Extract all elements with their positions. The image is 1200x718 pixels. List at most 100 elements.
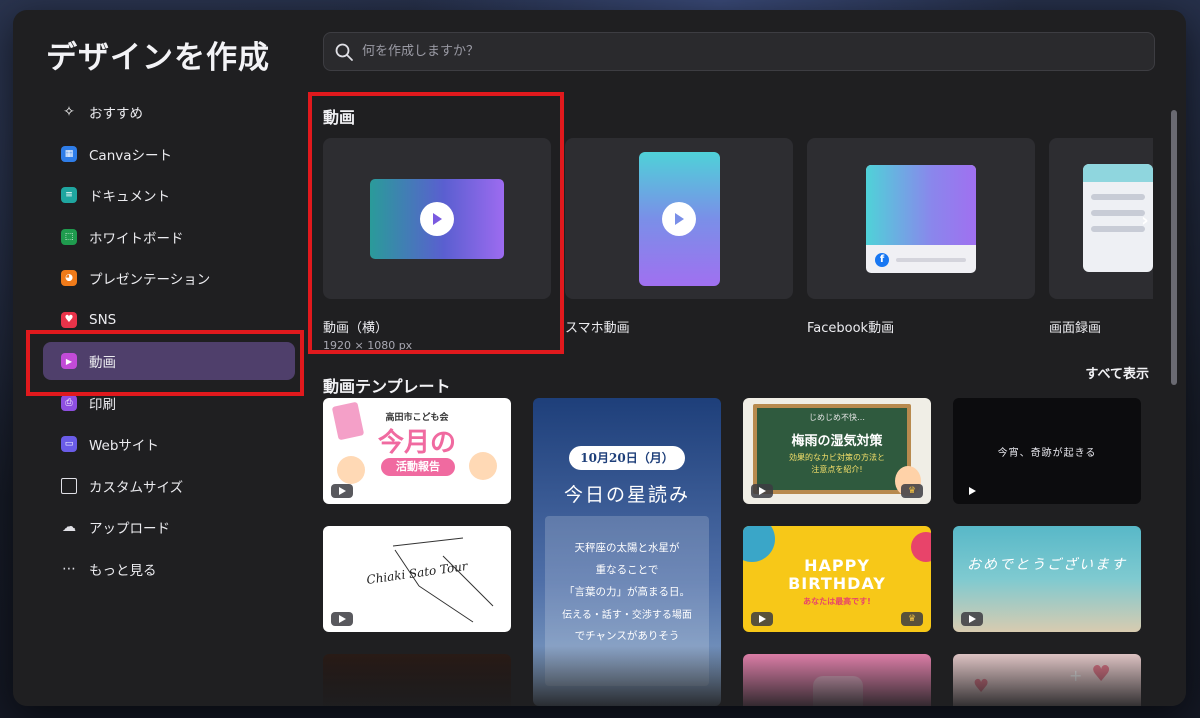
template-text: 「言葉の力」が高まる日。 [564, 586, 690, 598]
sidebar-item-recommended[interactable]: ✧ おすすめ [43, 93, 295, 131]
format-card-landscape-video[interactable] [323, 138, 551, 299]
search-icon [335, 43, 353, 61]
format-size: 1920 × 1080 px [323, 339, 413, 352]
video-badge-icon [751, 612, 773, 626]
template-text: 今日の星読み [563, 484, 690, 506]
cloud-upload-icon: ☁ [62, 519, 76, 535]
modal-title: デザインを作成 [46, 40, 270, 76]
scrollbar[interactable] [1171, 110, 1177, 385]
sidebar-item-docs[interactable]: ≡ ドキュメント [43, 176, 295, 214]
website-icon: ▭ [61, 436, 77, 452]
sidebar-item-label: カスタムサイズ [89, 479, 184, 496]
template-signature[interactable]: Chiaki Sato Tour [323, 526, 511, 632]
facebook-logo-icon: f [875, 252, 889, 267]
presentation-icon: ◕ [61, 270, 77, 286]
sidebar-item-label: 動画 [89, 355, 116, 371]
template-text: 梅雨の湿気対策 [791, 434, 883, 449]
sidebar-item-more[interactable]: ⋯ もっと見る [43, 550, 295, 588]
video-badge-icon [331, 484, 353, 498]
sidebar-item-video[interactable]: ▶ 動画 [43, 342, 295, 380]
heart-icon: ♥ [61, 311, 77, 328]
document-icon: ≡ [61, 187, 77, 203]
more-dots-icon: ⋯ [62, 560, 76, 577]
sparkle-icon: ✧ [63, 104, 75, 120]
create-design-modal: デザインを作成 ✧ おすすめ ▦ Canvaシート ≡ ドキュメント ⬚ ホワイ… [13, 10, 1186, 706]
printer-icon: ⎙ [61, 394, 77, 411]
sidebar-item-label: SNS [89, 311, 117, 328]
template-text: HAPPY [804, 556, 870, 575]
sidebar-item-sns[interactable]: ♥ SNS [43, 301, 295, 339]
format-label: 画面録画 [1049, 321, 1102, 336]
sidebar-item-whiteboard[interactable]: ⬚ ホワイトボード [43, 218, 295, 256]
sidebar-item-label: ドキュメント [89, 189, 170, 205]
search-bar[interactable] [323, 32, 1155, 71]
facebook-video-thumbnail: f [866, 164, 976, 273]
sidebar-item-label: Webサイト [89, 438, 159, 454]
template-miracle-night[interactable]: 今宵、奇跡が起きる [953, 398, 1141, 504]
sidebar: ✧ おすすめ ▦ Canvaシート ≡ ドキュメント ⬚ ホワイトボード ◕ プ… [43, 93, 295, 591]
sidebar-item-print[interactable]: ⎙ 印刷 [43, 384, 295, 422]
play-icon [420, 201, 454, 236]
template-text: 天秤座の太陽と水星が [574, 542, 680, 554]
resize-icon [61, 477, 77, 494]
video-badge-icon [961, 484, 983, 498]
format-card-facebook-video[interactable]: f [807, 138, 1035, 299]
template-star-reading[interactable]: 10月20日（月） 今日の星読み 天秤座の太陽と水星が 重なることで 「言葉の力… [533, 398, 721, 706]
format-card-phone-video[interactable] [565, 138, 793, 299]
sidebar-item-website[interactable]: ▭ Webサイト [43, 425, 295, 463]
heart-icon: ♥ [1091, 662, 1111, 687]
sidebar-item-upload[interactable]: ☁ アップロード [43, 508, 295, 546]
sidebar-item-label: アップロード [89, 521, 170, 537]
sidebar-item-presentation[interactable]: ◕ プレゼンテーション [43, 259, 295, 297]
show-all-link[interactable]: すべて表示 [1085, 363, 1149, 382]
video-badge-icon [751, 484, 773, 498]
sheet-icon: ▦ [61, 145, 77, 162]
sparkle-icon: + [1069, 666, 1083, 685]
child-illustration [469, 452, 497, 480]
format-label: スマホ動画 [565, 321, 630, 336]
template-happy-birthday[interactable]: HAPPY BIRTHDAY あなたは最高です! ♛ [743, 526, 931, 632]
video-section-title: 動画 [323, 108, 356, 127]
template-text: 伝える・話す・交渉する場面 [562, 610, 692, 621]
video-badge-icon [331, 612, 353, 626]
child-illustration [337, 456, 365, 484]
template-text: でチャンスがありそう [574, 630, 680, 642]
format-label: 動画（横） [323, 321, 389, 336]
crown-icon: ♛ [901, 484, 923, 498]
template-text: じめじめ不快… [809, 413, 865, 422]
template-rainy-season[interactable]: じめじめ不快… 梅雨の湿気対策 効果的なカビ対策の方法と 注意点を紹介! ♛ [743, 398, 931, 504]
template-kids-report[interactable]: 高田市こども会 今月の 活動報告 [323, 398, 511, 504]
play-icon [662, 201, 696, 236]
template-pink[interactable] [743, 654, 931, 706]
video-badge-icon [961, 612, 983, 626]
template-text: 重なることで [595, 564, 659, 576]
video-icon: ▶ [61, 353, 77, 369]
sidebar-item-label: もっと見る [89, 562, 157, 579]
sidebar-item-label: 印刷 [89, 396, 116, 413]
template-text: 効果的なカビ対策の方法と [789, 453, 885, 462]
template-dark-scene[interactable] [323, 654, 511, 706]
sidebar-item-custom-size[interactable]: カスタムサイズ [43, 467, 295, 505]
chevron-right-icon[interactable]: › [1135, 205, 1153, 235]
search-input[interactable] [362, 44, 1154, 59]
sidebar-item-sheets[interactable]: ▦ Canvaシート [43, 135, 295, 173]
format-label: Facebook動画 [807, 321, 895, 336]
template-text: 10月20日（月） [569, 446, 685, 470]
heart-icon: ♥ [973, 676, 990, 697]
sidebar-item-label: おすすめ [89, 106, 143, 122]
template-hearts[interactable]: ♥ ♥ + [953, 654, 1141, 706]
template-text: 活動報告 [381, 458, 455, 476]
landscape-video-thumbnail [370, 178, 504, 259]
content-area: 動画 動画（横） 1920 × 1080 px スマホ動画 f Facebook… [323, 90, 1153, 706]
template-text: あなたは最高です! [803, 597, 871, 606]
template-text: おめでとうございます [967, 557, 1127, 573]
crown-icon: ♛ [901, 612, 923, 626]
phone-video-thumbnail [638, 151, 720, 286]
sidebar-item-label: Canvaシート [89, 147, 173, 164]
template-text: BIRTHDAY [788, 574, 886, 593]
template-congratulations[interactable]: おめでとうございます [953, 526, 1141, 632]
sidebar-item-label: プレゼンテーション [89, 272, 211, 288]
sidebar-item-label: ホワイトボード [89, 230, 184, 247]
template-text: 今宵、奇跡が起きる [997, 448, 1097, 459]
templates-section-title: 動画テンプレート [323, 377, 451, 396]
